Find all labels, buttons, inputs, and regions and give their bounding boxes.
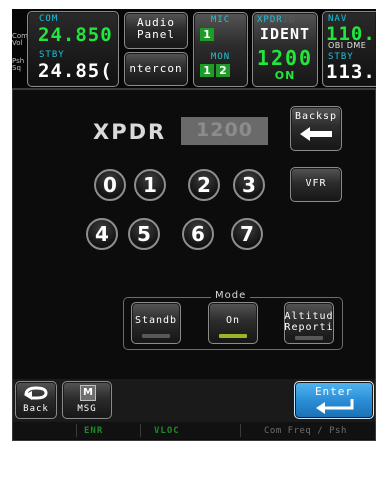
xpdr-status: ON [274,69,296,82]
com-volume-label: Com Vol [12,32,28,47]
mode-altitude-reporting-indicator [295,336,323,340]
digit-3-button[interactable]: 3 [233,169,265,201]
com-standby-label: STBY [39,50,65,60]
status-enr: ENR [84,426,104,436]
mic-label: MIC [210,15,231,25]
com-label: COM [39,14,59,24]
msg-label: MSG [77,404,97,414]
mic-selected-indicator: 1 [200,28,214,41]
status-hint: Com Freq / Psh [264,426,347,436]
xpdr-page-title: XPDR [93,120,167,144]
status-vloc: VLOC [154,426,180,436]
nav-standby-frequency: 113.9 [326,63,376,82]
msg-icon: M [80,385,96,401]
backspace-label: Backsp [294,111,338,122]
mon-1-indicator: 1 [200,64,214,77]
digit-6-button[interactable]: 6 [182,218,214,250]
digit-1-button[interactable]: 1 [134,169,166,201]
status-divider-1 [76,424,77,437]
com-active-frequency: 24.850 [38,24,113,46]
intercom-label: ntercon [129,62,183,75]
status-divider-2 [140,424,141,437]
digit-2-button[interactable]: 2 [188,169,220,201]
xpdr-code: 1200 [256,46,314,70]
mon-label: MON [210,52,231,62]
mode-on-indicator [219,334,247,338]
mon-2-indicator: 2 [216,64,230,77]
enter-label: Enter [314,385,354,398]
back-arrow-icon [24,386,48,400]
xpdr-label: XPDRID [257,15,296,25]
mode-altitude-reporting-label: Altitud Reporti [284,311,334,333]
squawk-code-value: 1200 [196,119,253,141]
mode-standby-indicator [142,334,170,338]
nav-obi-dme-label: OBI DME [328,42,367,50]
enter-return-icon [316,399,354,414]
status-divider-3 [240,424,241,437]
digit-5-button[interactable]: 5 [128,218,160,250]
back-label: Back [23,404,49,414]
nav-label: NAV [328,14,348,24]
nav-standby-label: STBY [328,52,354,62]
digit-0-button[interactable]: 0 [94,169,126,201]
mode-on-label: On [225,315,241,326]
com-squelch-label: Psh Sq [12,57,25,72]
xpdr-id-label: ID [282,15,296,25]
digit-4-button[interactable]: 4 [86,218,118,250]
mode-standby-label: Standb [134,315,178,326]
xpdr-mode: IDENT [259,25,311,43]
vfr-label: VFR [305,178,327,189]
device-frame: Com Vol Psh Sq COM 24.850 STBY 24.85( Au… [0,0,388,477]
backspace-arrow-icon [300,127,332,141]
mode-group-title: Mode [211,291,251,301]
digit-7-button[interactable]: 7 [231,218,263,250]
com-standby-frequency: 24.85( [38,60,113,82]
audio-panel-label: Audio Panel [136,16,176,41]
